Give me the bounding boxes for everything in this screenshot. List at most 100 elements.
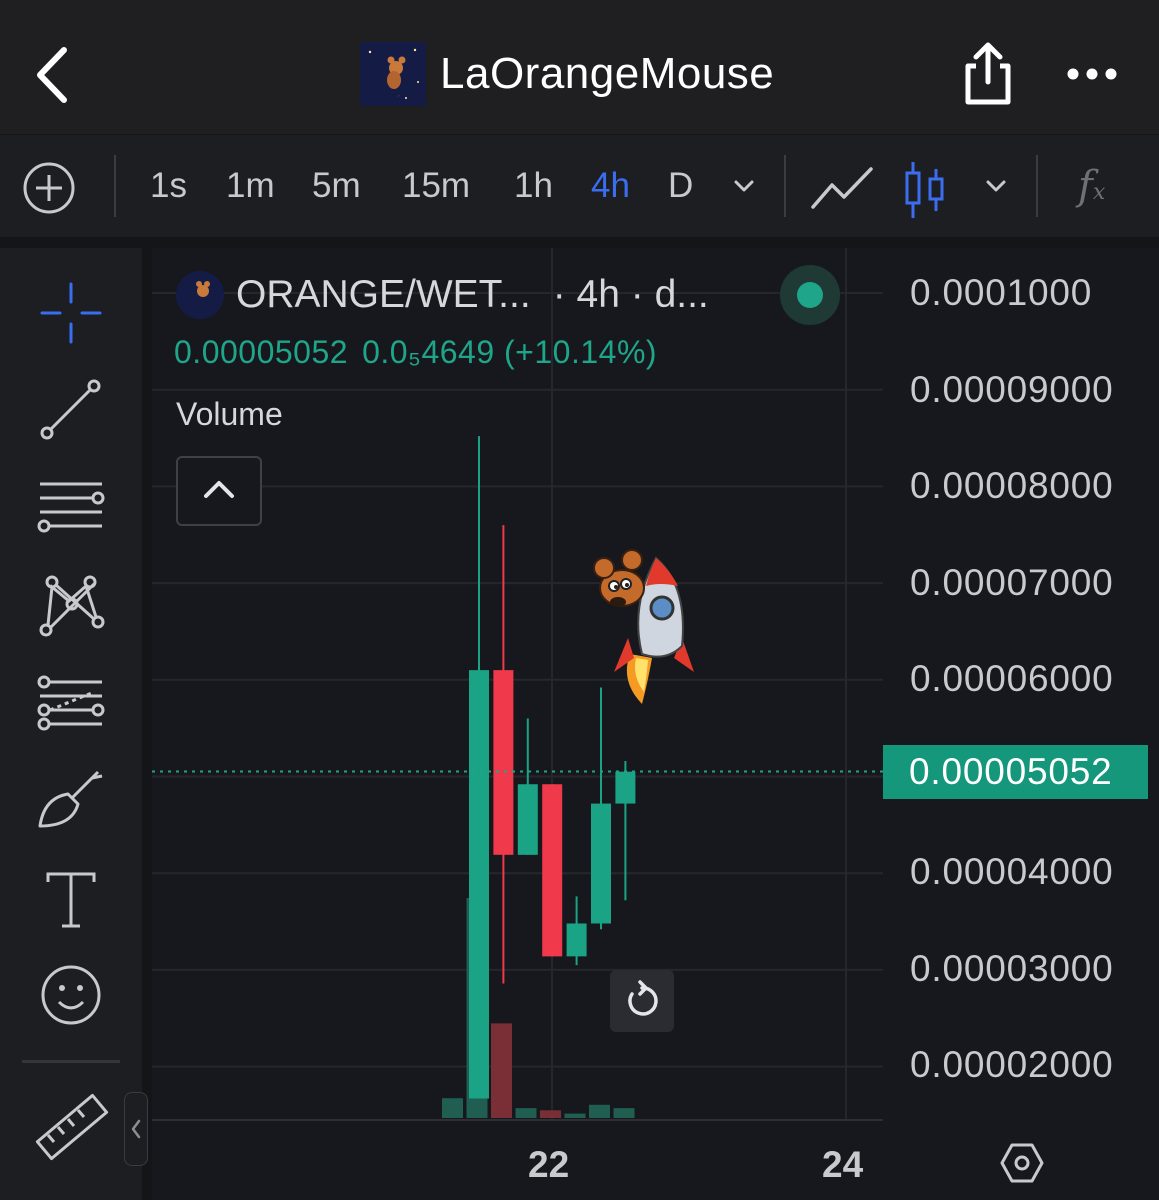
share-button[interactable]	[960, 40, 1016, 108]
volume-indicator-label: Volume	[176, 396, 283, 432]
y-axis-label: 0.00008000	[910, 465, 1114, 506]
fibonacci-tool[interactable]	[32, 664, 110, 742]
chart-settings-button[interactable]	[1000, 1141, 1044, 1185]
drawing-tools-sidebar	[0, 248, 142, 1200]
candle-body	[469, 670, 489, 1099]
fx-icon: f	[1078, 163, 1093, 209]
chevron-up-icon	[204, 481, 234, 498]
chart-type-dropdown[interactable]	[982, 173, 1010, 199]
volume-bar	[613, 1108, 635, 1118]
smiley-icon	[41, 965, 101, 1025]
volume-bar	[540, 1110, 561, 1118]
y-axis-label: 0.00003000	[910, 948, 1114, 989]
symbol-icon	[176, 271, 224, 319]
timeframe-1m[interactable]: 1m	[226, 163, 275, 209]
mouse-rocket-sticker	[590, 546, 708, 708]
text-icon	[46, 872, 96, 928]
toolbar-divider	[1036, 155, 1038, 217]
brush-tool[interactable]	[32, 762, 110, 840]
chevron-down-icon	[986, 180, 1006, 192]
pattern-icon	[39, 575, 105, 637]
indicators-fx-button[interactable]: fx	[1078, 163, 1124, 217]
legend-collapse-button[interactable]	[176, 456, 262, 526]
fibonacci-icon	[37, 675, 105, 731]
candlestick-icon	[905, 162, 944, 218]
candle-body	[591, 803, 611, 924]
price-change-value: 0.0₅4649 (+10.14%)	[362, 334, 658, 370]
back-button[interactable]	[30, 40, 80, 110]
fx-subscript: x	[1092, 180, 1106, 205]
plus-circle-icon	[23, 162, 75, 214]
reset-chart-button[interactable]	[610, 970, 674, 1032]
price-chart[interactable]: ORANGE/WET... · 4h · d... 0.00005052 0.0₅…	[152, 248, 1159, 1200]
volume-bar	[442, 1098, 463, 1118]
timeframe-5m[interactable]: 5m	[312, 163, 361, 209]
timeframe-d[interactable]: D	[668, 163, 693, 209]
price-change-row: 0.00005052 0.0₅4649 (+10.14%)	[174, 334, 671, 371]
pattern-tool[interactable]	[32, 566, 110, 644]
chart-toolbar: 1s 1m 5m 15m 1h 4h D fx	[0, 135, 1159, 237]
timeframe-1s[interactable]: 1s	[150, 163, 187, 209]
trend-line-tool[interactable]	[32, 370, 110, 448]
y-axis-label: 0.00006000	[910, 658, 1114, 699]
candle-body	[542, 784, 563, 957]
chevron-down-icon	[734, 180, 754, 192]
toolbar-divider	[114, 155, 116, 217]
timeframe-4h[interactable]: 4h	[591, 163, 630, 209]
current-price-tag: 0.00005052	[883, 745, 1148, 799]
toolbar-divider	[784, 155, 786, 217]
y-axis-label: 0.00004000	[910, 851, 1114, 892]
y-axis-label: 0.00009000	[910, 369, 1114, 410]
measure-tool[interactable]	[32, 1088, 110, 1166]
token-avatar	[360, 42, 426, 106]
trend-line-icon	[40, 379, 101, 440]
more-button[interactable]	[1064, 56, 1120, 92]
ruler-icon	[35, 1093, 109, 1161]
token-name: LaOrangeMouse	[440, 49, 775, 98]
rotate-icon	[628, 980, 658, 1016]
candle-body	[493, 670, 514, 855]
candle-body	[517, 784, 538, 855]
y-axis-label: 0.00007000	[910, 562, 1114, 603]
candle-body	[566, 923, 587, 957]
timeframe-15m[interactable]: 15m	[402, 163, 470, 209]
candle-body	[615, 771, 636, 804]
line-chart-button[interactable]	[810, 163, 874, 213]
volume-bar	[515, 1108, 537, 1118]
market-status-indicator	[780, 265, 840, 325]
line-chart-icon	[811, 167, 873, 209]
volume-bar	[589, 1104, 610, 1118]
crosshair-icon	[40, 282, 102, 344]
candlestick-chart-button[interactable]	[902, 159, 948, 221]
y-axis-label: 0.00002000	[910, 1044, 1114, 1085]
timeframe-1h[interactable]: 1h	[514, 163, 553, 209]
parallel-lines-icon	[37, 482, 105, 533]
chevron-left-small-icon	[131, 1119, 141, 1139]
header-bar: LaOrangeMouse	[0, 0, 1159, 134]
emoji-tool[interactable]	[32, 956, 110, 1034]
crosshair-tool[interactable]	[32, 274, 110, 352]
share-icon	[965, 42, 1011, 105]
collapse-sidebar-button[interactable]	[124, 1092, 148, 1166]
token-title: LaOrangeMouse	[360, 42, 774, 106]
more-horizontal-icon	[1067, 68, 1117, 80]
sidebar-divider	[22, 1060, 120, 1063]
more-tools-partial[interactable]	[32, 1184, 110, 1200]
settings-hexagon-icon	[1000, 1143, 1044, 1183]
last-price-value: 0.00005052	[174, 334, 349, 370]
chevron-left-icon	[37, 47, 67, 103]
symbol-pair[interactable]: ORANGE/WET...	[236, 273, 531, 317]
x-axis-label: 24	[822, 1144, 864, 1185]
y-axis-label: 0.0001000	[910, 272, 1093, 313]
circle-icon	[32, 1184, 110, 1200]
horizontal-lines-tool[interactable]	[32, 466, 110, 544]
add-indicator-button[interactable]	[22, 161, 76, 215]
timeframe-dropdown[interactable]	[730, 173, 758, 199]
app-root: LaOrangeMouse 1s 1m 5m 15m 1h 4h D fx OR…	[0, 0, 1159, 1200]
volume-bar	[491, 1023, 512, 1118]
text-tool[interactable]	[32, 860, 110, 938]
symbol-interval: · 4h · d...	[552, 273, 709, 316]
symbol-header: ORANGE/WET... · 4h · d...	[176, 270, 709, 320]
grid-lines	[152, 248, 883, 1121]
volume-bar	[564, 1113, 586, 1118]
